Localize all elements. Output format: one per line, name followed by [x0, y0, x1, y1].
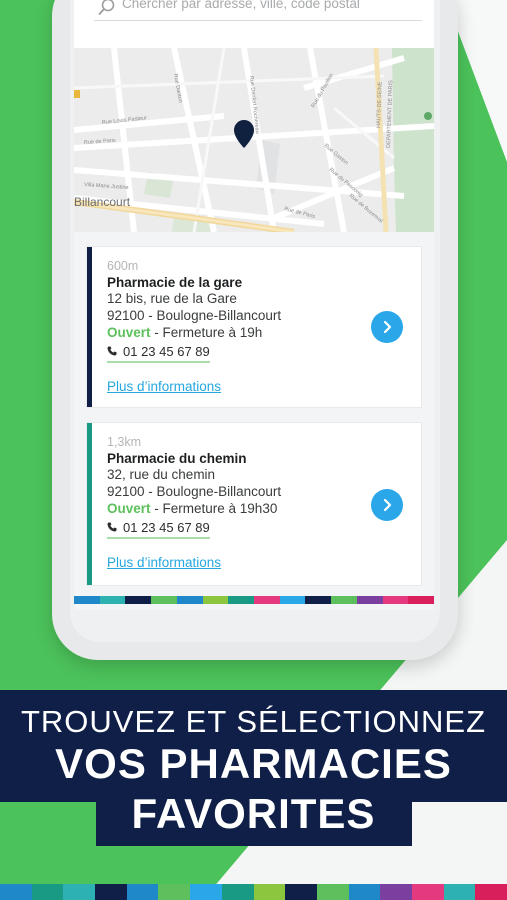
phone-bezel: Rue Danton Rue Louis Pasteur Rue de Pari… [70, 0, 440, 642]
phone-link[interactable]: 01 23 45 67 89 [107, 344, 210, 363]
phone-number: 01 23 45 67 89 [123, 519, 210, 535]
card-accent-bar [87, 247, 92, 407]
pharmacy-status: Ouvert - Fermeture à 19h30 [107, 500, 361, 517]
pharmacy-name: Pharmacie du chemin [107, 451, 247, 466]
go-button[interactable] [371, 489, 403, 521]
more-info-link[interactable]: Plus d’informations [107, 379, 221, 394]
pharmacy-card[interactable]: 1,3km Pharmacie du chemin 32, rue du che… [86, 422, 422, 586]
rainbow-strip [74, 596, 434, 604]
search-underline [94, 20, 422, 21]
chevron-right-icon [383, 320, 392, 334]
card-content: 600m Pharmacie de la gare 12 bis, rue de… [107, 259, 361, 395]
status-open: Ouvert [107, 325, 151, 340]
status-closing: - Fermeture à 19h [150, 325, 263, 340]
search-bar [74, 0, 434, 48]
pharmacy-distance: 600m [107, 259, 139, 273]
phone-icon [107, 522, 117, 532]
promo-line-1: TROUVEZ ET SÉLECTIONNEZ [20, 704, 487, 739]
pharmacy-city: 92100 - Boulogne-Billancourt [107, 484, 282, 499]
status-closing: - Fermeture à 19h30 [150, 501, 278, 516]
bottom-color-strip [0, 884, 507, 900]
map-canvas: Rue Danton Rue Louis Pasteur Rue de Pari… [74, 48, 434, 232]
pharmacy-name: Pharmacie de la gare [107, 275, 243, 290]
phone-link[interactable]: 01 23 45 67 89 [107, 520, 210, 539]
park-area [392, 48, 434, 232]
phone-number: 01 23 45 67 89 [123, 343, 210, 359]
search-input[interactable] [122, 0, 422, 11]
map-district-label: Billancourt [74, 195, 131, 209]
pharmacy-list: 600m Pharmacie de la gare 12 bis, rue de… [74, 232, 434, 610]
go-button[interactable] [371, 311, 403, 343]
search-icon [98, 0, 115, 15]
pharmacy-status: Ouvert - Fermeture à 19h [107, 324, 361, 341]
card-accent-bar [87, 423, 92, 585]
pharmacy-distance: 1,3km [107, 435, 142, 449]
promo-line-3: FAVORITES [131, 790, 376, 837]
status-open: Ouvert [107, 501, 151, 516]
pharmacy-city: 92100 - Boulogne-Billancourt [107, 308, 282, 323]
map-view[interactable]: Rue Danton Rue Louis Pasteur Rue de Pari… [74, 48, 434, 232]
pharmacy-street: 32, rue du chemin [107, 467, 216, 482]
chevron-right-icon [383, 498, 392, 512]
phone-frame: Rue Danton Rue Louis Pasteur Rue de Pari… [52, 0, 458, 660]
card-content: 1,3km Pharmacie du chemin 32, rue du che… [107, 435, 361, 571]
more-info-link[interactable]: Plus d’informations [107, 555, 221, 570]
phone-icon [107, 346, 117, 356]
promo-line-2: VOS PHARMACIES [55, 740, 452, 787]
pharmacy-card[interactable]: 600m Pharmacie de la gare 12 bis, rue de… [86, 246, 422, 408]
pharmacy-street: 12 bis, rue de la Gare [107, 291, 237, 306]
app-screen: Rue Danton Rue Louis Pasteur Rue de Pari… [74, 0, 434, 610]
